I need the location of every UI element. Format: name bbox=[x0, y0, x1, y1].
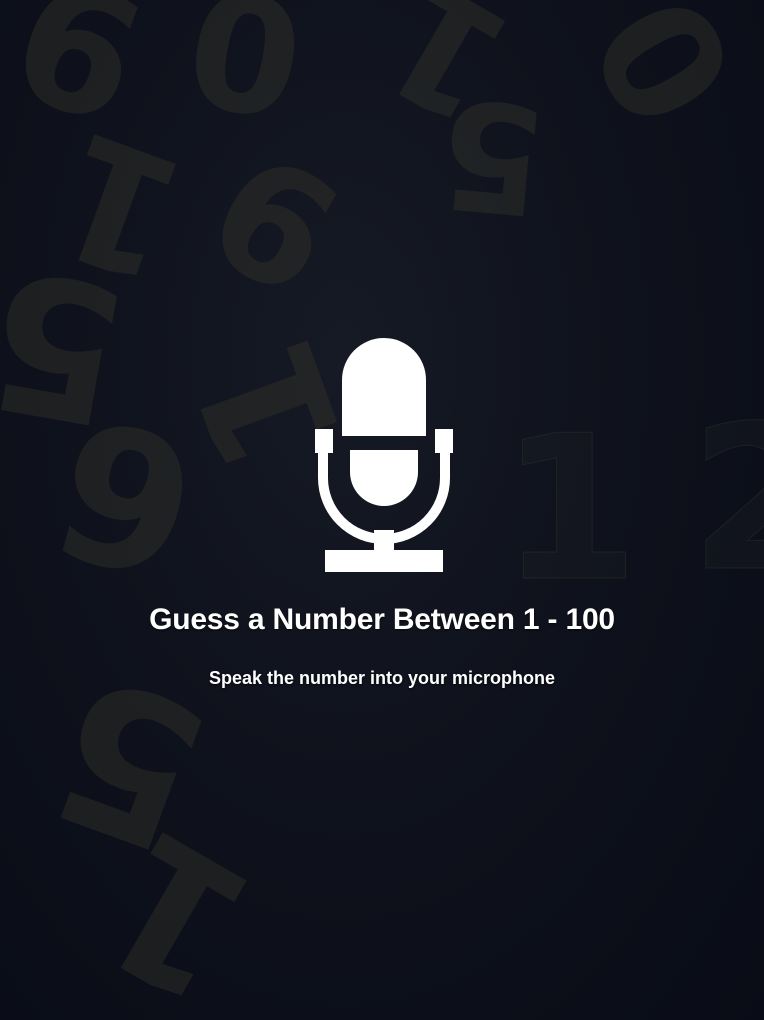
background-digit: 6 bbox=[33, 371, 219, 620]
background-digit: 5 bbox=[0, 225, 141, 466]
background-digit: 5 bbox=[432, 63, 552, 247]
background-digit: 9 bbox=[0, 0, 169, 159]
background-digit: 1 bbox=[63, 786, 289, 1020]
background-digit: 1 bbox=[499, 393, 640, 626]
background-digit: 2 bbox=[689, 383, 764, 616]
microphone-icon bbox=[315, 338, 453, 572]
page-title: Guess a Number Between 1 - 100 bbox=[149, 603, 615, 636]
background-digit: 1 bbox=[350, 0, 541, 160]
background-digit: 9 bbox=[180, 111, 371, 330]
background-digit: 0 bbox=[556, 0, 764, 156]
instruction-text: Speak the number into your microphone bbox=[208, 668, 556, 688]
background-digit: 1 bbox=[29, 91, 209, 319]
background-digit: 0 bbox=[174, 0, 317, 153]
